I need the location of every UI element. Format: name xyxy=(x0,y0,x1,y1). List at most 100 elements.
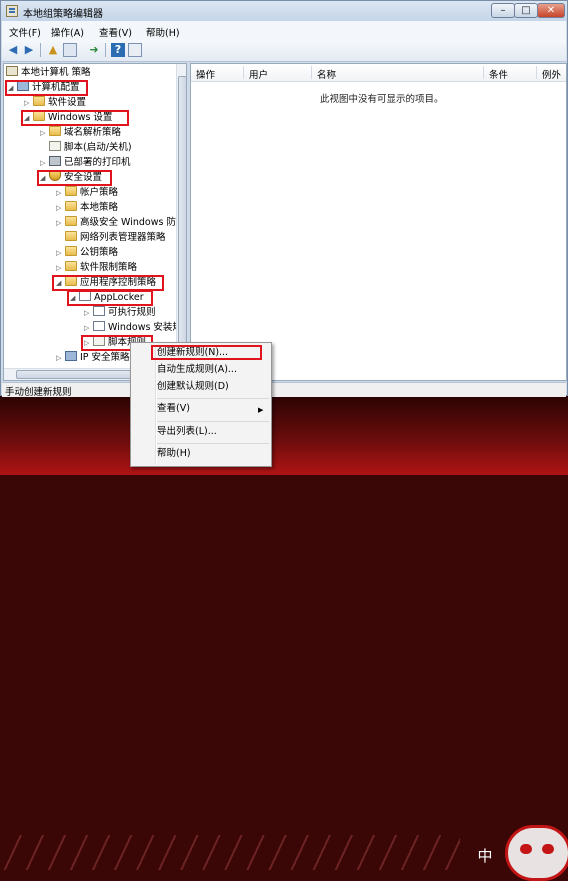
tree-label: 本地计算机 策略 xyxy=(21,67,91,78)
scrollbar-thumb[interactable] xyxy=(16,370,136,379)
collapsed-arrow-icon[interactable]: ▷ xyxy=(24,96,33,110)
network-icon xyxy=(65,351,77,361)
menu-auto-generate-rules[interactable]: 自动生成规则(A)... xyxy=(157,363,237,377)
tree-label: 高级安全 Windows 防火 xyxy=(80,217,186,228)
column-name[interactable]: 名称 xyxy=(317,67,336,81)
toolbar-separator xyxy=(105,43,106,57)
folder-icon xyxy=(65,231,77,241)
collapsed-arrow-icon[interactable]: ▷ xyxy=(56,216,65,230)
highlight-box xyxy=(37,170,112,186)
collapsed-arrow-icon[interactable]: ▷ xyxy=(40,156,49,170)
submenu-arrow-icon: ▶ xyxy=(258,406,264,414)
column-action[interactable]: 操作 xyxy=(196,67,215,81)
desktop-mascot-image xyxy=(505,825,568,881)
tree-node-firewall[interactable]: ▷ 高级安全 Windows 防火 xyxy=(56,216,185,230)
menu-help[interactable]: 帮助(H) xyxy=(157,447,191,461)
tree-node-public-key[interactable]: ▷ 公钥策略 xyxy=(56,246,118,260)
menu-view-submenu[interactable]: 查看(V) xyxy=(157,402,190,416)
tree-node-ip-security[interactable]: ▷ IP 安全策略 xyxy=(56,351,130,365)
tree-label: 软件限制策略 xyxy=(80,262,138,273)
tree-label: 公钥策略 xyxy=(80,247,119,258)
highlight-box xyxy=(67,290,153,306)
toolbar-separator xyxy=(40,43,41,57)
menu-create-default-rules[interactable]: 创建默认规则(D) xyxy=(157,380,229,394)
window-title: 本地组策略编辑器 xyxy=(23,9,103,20)
folder-icon xyxy=(65,216,77,226)
column-user[interactable]: 用户 xyxy=(249,67,268,81)
app-icon xyxy=(6,5,18,17)
collapsed-arrow-icon[interactable]: ▷ xyxy=(84,306,93,320)
column-exception[interactable]: 例外 xyxy=(542,67,561,81)
column-condition[interactable]: 条件 xyxy=(489,67,508,81)
folder-icon xyxy=(65,246,77,256)
empty-view-message: 此视图中没有可显示的项目。 xyxy=(320,94,444,105)
tree-node-root[interactable]: 本地计算机 策略 xyxy=(6,66,91,80)
gpedit-window: 本地组策略编辑器 – □ ✕ 文件(F) 操作(A) 查看(V) 帮助(H) ◀… xyxy=(0,0,568,398)
highlight-box xyxy=(5,80,88,96)
tree-node-windows-installer[interactable]: ▷ Windows 安装规 xyxy=(84,321,182,335)
tree-label: 网络列表管理器策略 xyxy=(80,232,166,243)
menu-export-list[interactable]: 导出列表(L)... xyxy=(157,425,217,439)
properties-icon[interactable] xyxy=(128,43,142,57)
collapsed-arrow-icon[interactable]: ▷ xyxy=(56,246,65,260)
back-icon[interactable]: ◀ xyxy=(6,43,20,57)
menu-view[interactable]: 查看(V) xyxy=(99,25,132,39)
rules-icon xyxy=(93,321,105,331)
context-menu: 创建新规则(N)... 自动生成规则(A)... 创建默认规则(D) 查看(V)… xyxy=(130,342,272,467)
export-list-icon[interactable]: ➜ xyxy=(87,43,101,57)
tree-node-dns-policy[interactable]: ▷ 域名解析策略 xyxy=(40,126,121,140)
column-header: 操作 用户 名称 条件 例外 xyxy=(191,64,566,82)
tree-node-software-restriction[interactable]: ▷ 软件限制策略 xyxy=(56,261,137,275)
tree-node-account-policies[interactable]: ▷ 帐户策略 xyxy=(56,186,118,200)
tree-label: 域名解析策略 xyxy=(64,127,122,138)
tree-vertical-scrollbar[interactable] xyxy=(176,64,186,360)
menu-help[interactable]: 帮助(H) xyxy=(146,25,180,39)
tree-node-printers[interactable]: ▷ 已部署的打印机 xyxy=(40,156,131,170)
tree-node-exe-rules[interactable]: ▷ 可执行规则 xyxy=(84,306,156,320)
highlight-box xyxy=(21,110,129,126)
folder-icon xyxy=(65,261,77,271)
status-bar: 手动创建新规则 xyxy=(2,382,566,398)
highlight-box xyxy=(151,345,262,360)
tree-node-scripts[interactable]: 脚本(启动/关机) xyxy=(40,141,132,155)
collapsed-arrow-icon[interactable]: ▷ xyxy=(56,201,65,215)
folder-icon xyxy=(65,201,77,211)
printer-icon xyxy=(49,156,61,166)
collapsed-arrow-icon[interactable]: ▷ xyxy=(84,321,93,335)
forward-icon[interactable]: ▶ xyxy=(22,43,36,57)
collapsed-arrow-icon[interactable]: ▷ xyxy=(56,261,65,275)
help-icon[interactable]: ? xyxy=(111,43,125,57)
tree-node-local-policies[interactable]: ▷ 本地策略 xyxy=(56,201,118,215)
tree-label: IP 安全策略 xyxy=(80,352,130,363)
title-bar[interactable]: 本地组策略编辑器 – □ ✕ xyxy=(1,1,567,21)
ime-indicator[interactable]: 中 xyxy=(470,841,500,871)
script-icon xyxy=(49,141,61,151)
minimize-button[interactable]: – xyxy=(491,3,515,18)
collapsed-arrow-icon[interactable]: ▷ xyxy=(40,126,49,140)
menu-file[interactable]: 文件(F) xyxy=(9,25,41,39)
up-folder-icon[interactable]: ▲ xyxy=(46,43,60,57)
collapsed-arrow-icon[interactable]: ▷ xyxy=(56,351,65,365)
close-button[interactable]: ✕ xyxy=(537,3,565,18)
highlight-box xyxy=(52,275,164,291)
menu-action[interactable]: 操作(A) xyxy=(51,25,84,39)
tree-label: Windows 安装规 xyxy=(108,322,182,333)
show-hide-tree-icon[interactable] xyxy=(63,43,77,57)
tree-label: 脚本(启动/关机) xyxy=(64,142,132,153)
policy-icon xyxy=(6,66,18,76)
tree-label: 可执行规则 xyxy=(108,307,156,318)
collapsed-arrow-icon[interactable]: ▷ xyxy=(56,186,65,200)
desktop-decoration xyxy=(0,835,460,870)
details-pane: 操作 用户 名称 条件 例外 此视图中没有可显示的项目。 xyxy=(190,63,567,381)
rules-icon xyxy=(93,306,105,316)
desktop-background: 中 xyxy=(0,395,568,881)
tree-pane: 本地计算机 策略 ◢ 计算机配置 ▷ 软件设置 ◢ Windows 设置 ▷ 域名解析策… xyxy=(3,63,187,381)
scrollbar-thumb[interactable] xyxy=(178,76,186,346)
tree-label: 本地策略 xyxy=(80,202,119,213)
tree-node-software-settings[interactable]: ▷ 软件设置 xyxy=(24,96,86,110)
folder-icon xyxy=(33,96,45,106)
tree-label: 已部署的打印机 xyxy=(64,157,131,168)
maximize-button[interactable]: □ xyxy=(514,3,538,18)
status-text: 手动创建新规则 xyxy=(5,387,72,398)
tree-node-network-list[interactable]: 网络列表管理器策略 xyxy=(56,231,166,245)
